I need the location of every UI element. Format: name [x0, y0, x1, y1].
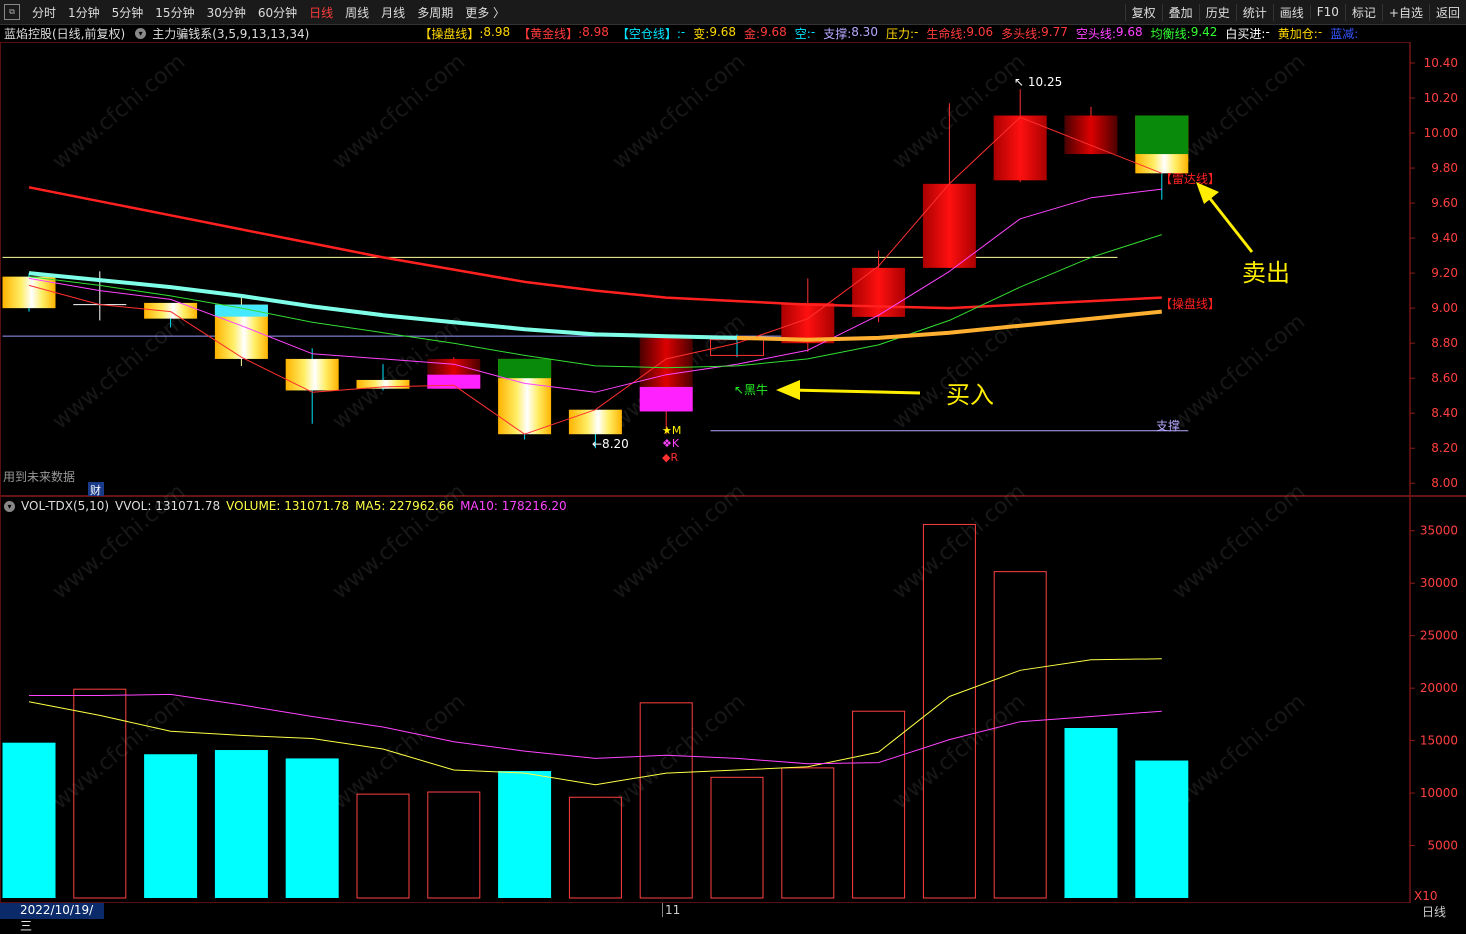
watermark-text: www.cfchi.com [608, 49, 750, 174]
cai-badge: 财 [90, 483, 101, 497]
volume-bar [1064, 728, 1118, 898]
price-tick-label: 8.40 [1431, 406, 1458, 420]
volume-tick-label: 10000 [1420, 786, 1458, 800]
candle-body [568, 409, 622, 435]
buy-arrow-line [789, 388, 921, 395]
marker-r: ◆R [662, 451, 678, 464]
price-tick-label: 8.00 [1431, 476, 1458, 490]
watermark-text: www.cfchi.com [1168, 689, 1310, 814]
price-tick-label: 9.60 [1431, 196, 1458, 210]
cursor-label: 11 [662, 903, 680, 917]
candle-body [993, 115, 1047, 181]
marker-m: ★M [662, 424, 681, 437]
price-tick-label: 9.20 [1431, 266, 1458, 280]
candle-base [639, 386, 693, 412]
volume-bar [214, 750, 268, 898]
volume-bar [427, 791, 481, 899]
radar-line-label: 【雷达线】 [1160, 172, 1220, 186]
price-tick-label: 10.40 [1424, 56, 1458, 70]
price-tick-label: 9.40 [1431, 231, 1458, 245]
price-tick-label: 10.00 [1424, 126, 1458, 140]
candle-body [285, 358, 339, 391]
sell-arrow-line [1206, 195, 1254, 253]
candle-body [1064, 115, 1118, 155]
sell-label: 卖出 [1242, 259, 1290, 287]
watermark-text: www.cfchi.com [48, 479, 190, 604]
watermark-text: www.cfchi.com [328, 49, 470, 174]
volume-tick-label: 20000 [1420, 681, 1458, 695]
volume-bar [498, 771, 552, 898]
volume-bar [568, 796, 622, 899]
volume-tick-label: 25000 [1420, 629, 1458, 643]
high-price-label: ↖ 10.25 [1014, 75, 1062, 89]
watermark-text: www.cfchi.com [1168, 479, 1310, 604]
watermark-text: www.cfchi.com [48, 49, 190, 174]
watermark-text: www.cfchi.com [608, 479, 750, 604]
watermark-text: www.cfchi.com [328, 689, 470, 814]
volume-bar [781, 767, 835, 899]
watermark-text: www.cfchi.com [1168, 309, 1310, 434]
caopan-line-label: 【操盘线】 [1160, 296, 1220, 311]
watermark-text: www.cfchi.com [888, 479, 1030, 604]
volume-tick-label: 15000 [1420, 734, 1458, 748]
watermark-text: www.cfchi.com [328, 479, 470, 604]
volume-bar [285, 758, 339, 898]
future-data-label: 用到未来数据 [3, 469, 75, 484]
date-label: 2022/10/19/三 [0, 903, 104, 933]
price-tick-label: 9.00 [1431, 301, 1458, 315]
volume-bar [1135, 760, 1189, 898]
watermark-text: www.cfchi.com [48, 309, 190, 434]
volume-tick-label: 30000 [1420, 576, 1458, 590]
price-tick-label: 8.60 [1431, 371, 1458, 385]
candle-body [852, 267, 906, 317]
watermark-text: www.cfchi.com [608, 689, 750, 814]
support-label: 支撑 [1156, 418, 1180, 433]
indicator-line-空仓线 [28, 271, 738, 340]
buy-label: 买入 [946, 381, 994, 409]
volume-tick-label: 35000 [1420, 524, 1458, 538]
price-tick-label: 9.80 [1431, 161, 1458, 175]
volume-bar [356, 793, 410, 899]
watermark-text: www.cfchi.com [888, 689, 1030, 814]
price-tick-label: 8.80 [1431, 336, 1458, 350]
candle-base [427, 374, 481, 389]
candle-body [922, 183, 976, 268]
candle-body [781, 302, 835, 344]
buy-arrow-head [776, 380, 800, 400]
marker-k: ❖K [662, 437, 680, 450]
volume-scale-label: X10 [1414, 889, 1438, 903]
candle-cap [498, 358, 552, 379]
period-label: 日线 [1422, 905, 1447, 919]
volume-bar [710, 776, 764, 899]
price-tick-label: 8.20 [1431, 441, 1458, 455]
price-tick-label: 10.20 [1424, 91, 1458, 105]
volume-bar [993, 571, 1047, 899]
volume-bar [2, 742, 56, 898]
kline-chart[interactable]: www.cfchi.com www.cfchi.com www.cfchi.com w… [0, 0, 1466, 919]
candle-cap [214, 304, 268, 317]
bottom-bar: 2022/10/19/三 11 日线 [0, 903, 1466, 933]
watermark-text: www.cfchi.com [1168, 49, 1310, 174]
candle-body [144, 302, 198, 319]
volume-bar [144, 754, 198, 898]
volume-ma10-line [29, 693, 1162, 765]
candle-cap [1135, 115, 1189, 155]
heiniu-label: ↖黑牛 [734, 382, 768, 397]
volume-tick-label: 5000 [1427, 839, 1458, 853]
low-price-label: ←8.20 [592, 437, 629, 451]
